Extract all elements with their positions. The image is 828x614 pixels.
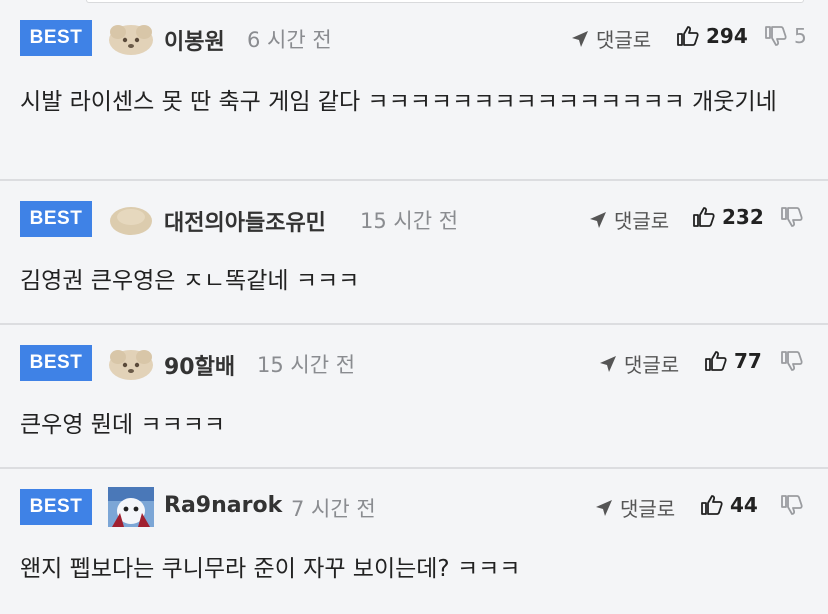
- reply-arrow-icon: [590, 211, 606, 228]
- reply-label: 댓글로: [624, 353, 680, 377]
- reply-button[interactable]: 댓글로: [588, 205, 669, 234]
- comment-text: 김영권 큰우영은 ㅈㄴ똑같네 ㅋㅋㅋ: [20, 268, 360, 294]
- dislike-button[interactable]: [780, 349, 810, 373]
- like-count: 44: [730, 493, 758, 517]
- comment-text: 시발 라이센스 못 딴 축구 게임 같다 ㅋㅋㅋㅋㅋㅋㅋㅋㅋㅋㅋㅋㅋㅋㅋ 개웃기…: [20, 89, 777, 115]
- reply-button[interactable]: 댓글로: [594, 493, 675, 522]
- puppy-avatar-icon[interactable]: [106, 343, 156, 383]
- like-count: 77: [734, 349, 762, 373]
- ghost-avatar-icon[interactable]: [106, 487, 156, 527]
- dislike-button[interactable]: 5: [764, 24, 807, 48]
- thumbs-down-icon: [781, 351, 803, 371]
- reply-label: 댓글로: [620, 497, 676, 521]
- best-badge: BEST: [20, 345, 92, 381]
- reply-button[interactable]: 댓글로: [570, 24, 651, 53]
- thumbs-up-icon: [693, 207, 715, 227]
- like-button[interactable]: 294: [676, 24, 748, 48]
- thumbs-down-icon: [781, 495, 803, 515]
- comment-header: BEST Ra9narok 7 시간 전 댓글로 44: [0, 487, 828, 527]
- comment-text: 큰우영 뭔데 ㅋㅋㅋㅋ: [20, 412, 226, 438]
- comment-header: BEST 이봉원 6 시간 전 댓글로 294 5: [0, 18, 828, 58]
- like-button[interactable]: 232: [692, 205, 764, 229]
- thumbs-down-icon: [781, 207, 803, 227]
- username[interactable]: Ra9narok: [164, 493, 282, 518]
- like-count: 232: [722, 205, 764, 229]
- best-badge: BEST: [20, 489, 92, 525]
- comment-item: BEST 이봉원 6 시간 전 댓글로 294 5 시발 라이센스 못 딴 축구: [0, 0, 828, 181]
- comment-item: BEST 90할배 15 시간 전 댓글로 77 큰우영 뭔데 ㅋㅋㅋㅋ: [0, 325, 828, 469]
- like-button[interactable]: 44: [700, 493, 758, 517]
- dislike-button[interactable]: [780, 205, 810, 229]
- comment-header: BEST 대전의아들조유민 15 시간 전 댓글로 232: [0, 199, 828, 239]
- best-badge: BEST: [20, 201, 92, 237]
- reply-arrow-icon: [596, 499, 612, 516]
- reply-arrow-icon: [572, 30, 588, 47]
- comment-item: BEST Ra9narok 7 시간 전 댓글로 44 왠지 펩보다는 쿠니무라…: [0, 469, 828, 614]
- timestamp: 6 시간 전: [247, 28, 332, 52]
- puppy-avatar-icon[interactable]: [106, 18, 156, 58]
- thumbs-up-icon: [701, 495, 723, 515]
- comment-item: BEST 대전의아들조유민 15 시간 전 댓글로 232 김영권 큰우영은 ㅈ…: [0, 181, 828, 325]
- thumbs-up-icon: [705, 351, 727, 371]
- thumbs-up-icon: [677, 26, 699, 46]
- reply-label: 댓글로: [614, 209, 670, 233]
- comment-text: 왠지 펩보다는 쿠니무라 준이 자꾸 보이는데? ㅋㅋㅋ: [20, 556, 521, 582]
- dislike-count: 5: [794, 24, 807, 48]
- like-count: 294: [706, 24, 748, 48]
- like-button[interactable]: 77: [704, 349, 762, 373]
- username[interactable]: 이봉원: [164, 24, 225, 56]
- dislike-button[interactable]: [780, 493, 810, 517]
- reply-arrow-icon: [600, 355, 616, 372]
- reply-button[interactable]: 댓글로: [598, 349, 679, 378]
- username[interactable]: 대전의아들조유민: [164, 205, 326, 237]
- timestamp: 7 시간 전: [291, 497, 376, 521]
- reply-label: 댓글로: [596, 28, 652, 52]
- blob-avatar-icon[interactable]: [106, 199, 156, 239]
- thumbs-down-icon: [765, 26, 787, 46]
- timestamp: 15 시간 전: [360, 209, 459, 233]
- best-badge: BEST: [20, 20, 92, 56]
- timestamp: 15 시간 전: [257, 353, 356, 377]
- username[interactable]: 90할배: [164, 349, 235, 381]
- comment-header: BEST 90할배 15 시간 전 댓글로 77: [0, 343, 828, 383]
